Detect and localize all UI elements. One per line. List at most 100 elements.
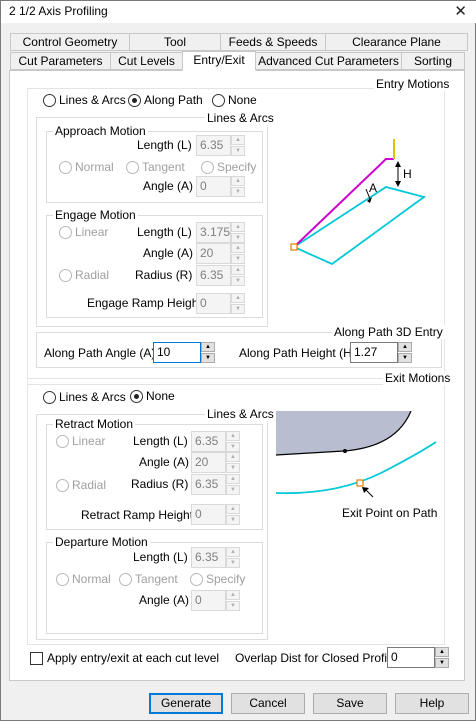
entry-mode-none-radio[interactable] [212,94,225,107]
along-path-height-label: Along Path Height (H) [239,346,356,360]
retract-linear-radio[interactable] [56,435,69,448]
apply-each-cut-level-label: Apply entry/exit at each cut level [47,651,220,665]
entry-mode-along-path-radio[interactable] [128,94,141,107]
engage-radius-field[interactable]: 6.35 [196,265,231,286]
tab-tool[interactable]: Tool [129,33,221,51]
engage-radial-radio[interactable] [59,269,72,282]
dialog-window: 2 1/2 Axis Profiling ✕ Control Geometry … [0,0,476,721]
engage-length-label: Length (L) [137,225,192,239]
departure-specify-radio[interactable] [190,573,203,586]
tab-sorting[interactable]: Sorting [401,52,465,70]
retract-angle-spinner[interactable]: ▲ ▼ [226,452,240,473]
retract-length-field[interactable]: 6.35 [191,431,226,452]
tab-advanced-cut-parameters[interactable]: Advanced Cut Parameters [255,52,402,70]
exit-point-caption: Exit Point on Path [342,506,437,520]
overlap-dist-label: Overlap Dist for Closed Profiles [235,651,403,665]
engage-linear-radio[interactable] [59,226,72,239]
exit-mode-none-radio[interactable] [130,390,143,403]
engage-angle-spinner[interactable]: ▲ ▼ [231,243,245,264]
entry-mode-none-label: None [228,93,257,107]
departure-length-spinner[interactable]: ▲ ▼ [226,547,240,568]
help-button[interactable]: Help [395,693,469,714]
departure-motion-label: Departure Motion [53,535,150,549]
along-path-angle-spinner[interactable]: ▲ ▼ [201,342,215,363]
approach-angle-spinner[interactable]: ▲ ▼ [231,176,245,197]
tab-cut-levels[interactable]: Cut Levels [110,52,183,70]
tab-feeds-speeds[interactable]: Feeds & Speeds [220,33,326,51]
approach-normal-radio[interactable] [59,161,72,174]
close-icon[interactable]: ✕ [454,2,467,20]
engage-linear-label: Linear [75,225,109,239]
approach-specify-label: Specify [217,160,257,174]
approach-angle-field[interactable]: 0 [196,176,231,197]
tab-control-geometry[interactable]: Control Geometry [10,33,130,51]
departure-length-label: Length (L) [133,550,188,564]
retract-linear-label: Linear [72,434,106,448]
retract-ramp-height-field[interactable]: 0 [191,504,226,525]
overlap-dist-field[interactable]: 0 [387,647,435,668]
approach-angle-label: Angle (A) [143,179,194,193]
departure-angle-spinner[interactable]: ▲ ▼ [226,590,240,611]
retract-length-spinner[interactable]: ▲ ▼ [226,431,240,452]
overlap-dist-spinner[interactable]: ▲ ▼ [435,647,449,668]
apply-each-cut-level-checkbox[interactable] [30,652,43,665]
approach-tangent-radio[interactable] [126,161,139,174]
approach-length-spinner[interactable]: ▲ ▼ [231,135,245,156]
approach-length-field[interactable]: 6.35 [196,135,231,156]
departure-specify-label: Specify [206,572,246,586]
along-path-entry-line [293,158,394,248]
engage-length-field[interactable]: 3.175 [196,222,231,243]
along-path-3d-entry-label: Along Path 3D Entry [332,325,445,339]
along-path-height-field[interactable]: 1.27 [350,342,398,363]
departure-angle-field[interactable]: 0 [191,590,226,611]
retract-angle-label: Angle (A) [139,455,190,469]
departure-normal-label: Normal [72,572,111,586]
retract-radial-label: Radial [72,478,107,492]
engage-motion-label: Engage Motion [53,208,138,222]
approach-tangent-label: Tangent [142,160,185,174]
retract-ramp-height-label: Retract Ramp Height [81,508,194,522]
entry-start-marker [290,243,298,251]
window-title: 2 1/2 Axis Profiling [9,4,108,18]
departure-tangent-radio[interactable] [119,573,132,586]
departure-angle-label: Angle (A) [139,593,190,607]
engage-ramp-height-field[interactable]: 0 [196,293,231,314]
entry-mode-along-path-label: Along Path [144,93,203,107]
height-dim-label: H [403,167,412,181]
generate-button[interactable]: Generate [149,693,223,714]
engage-ramp-height-spinner[interactable]: ▲ ▼ [231,293,245,314]
retract-radial-radio[interactable] [56,479,69,492]
along-path-height-spinner[interactable]: ▲ ▼ [398,342,412,363]
tab-entry-exit[interactable]: Entry/Exit [182,51,256,71]
retract-motion-label: Retract Motion [53,417,136,431]
entry-mode-lines-arcs-label: Lines & Arcs [59,93,126,107]
exit-lines-arcs-label: Lines & Arcs [205,407,276,421]
departure-normal-radio[interactable] [56,573,69,586]
along-path-angle-field[interactable]: 10 [153,342,201,363]
engage-angle-field[interactable]: 20 [196,243,231,264]
tab-cut-parameters[interactable]: Cut Parameters [10,52,111,70]
approach-length-label: Length (L) [137,138,192,152]
save-button[interactable]: Save [313,693,387,714]
departure-length-field[interactable]: 6.35 [191,547,226,568]
retract-angle-field[interactable]: 20 [191,452,226,473]
approach-specify-radio[interactable] [201,161,214,174]
cancel-button[interactable]: Cancel [231,693,305,714]
stock-region [276,411,411,455]
engage-length-spinner[interactable]: ▲ ▼ [231,222,245,243]
retract-radius-field[interactable]: 6.35 [191,474,226,495]
entry-lines-arcs-label: Lines & Arcs [205,111,276,125]
engage-radius-spinner[interactable]: ▲ ▼ [231,265,245,286]
entry-motions-label: Entry Motions [374,77,452,91]
stock-edge-point [343,449,347,453]
exit-mode-none-label: None [146,389,175,403]
exit-mode-lines-arcs-radio[interactable] [43,391,56,404]
approach-normal-label: Normal [75,160,114,174]
tab-panel: Entry Motions Lines & Arcs Along Path No… [9,70,465,681]
retract-length-label: Length (L) [133,434,188,448]
entry-mode-lines-arcs-radio[interactable] [43,94,56,107]
retract-ramp-height-spinner[interactable]: ▲ ▼ [226,504,240,525]
tab-clearance-plane[interactable]: Clearance Plane [325,33,468,51]
retract-radius-spinner[interactable]: ▲ ▼ [226,474,240,495]
entry-motion-diagram: H A [290,139,427,266]
